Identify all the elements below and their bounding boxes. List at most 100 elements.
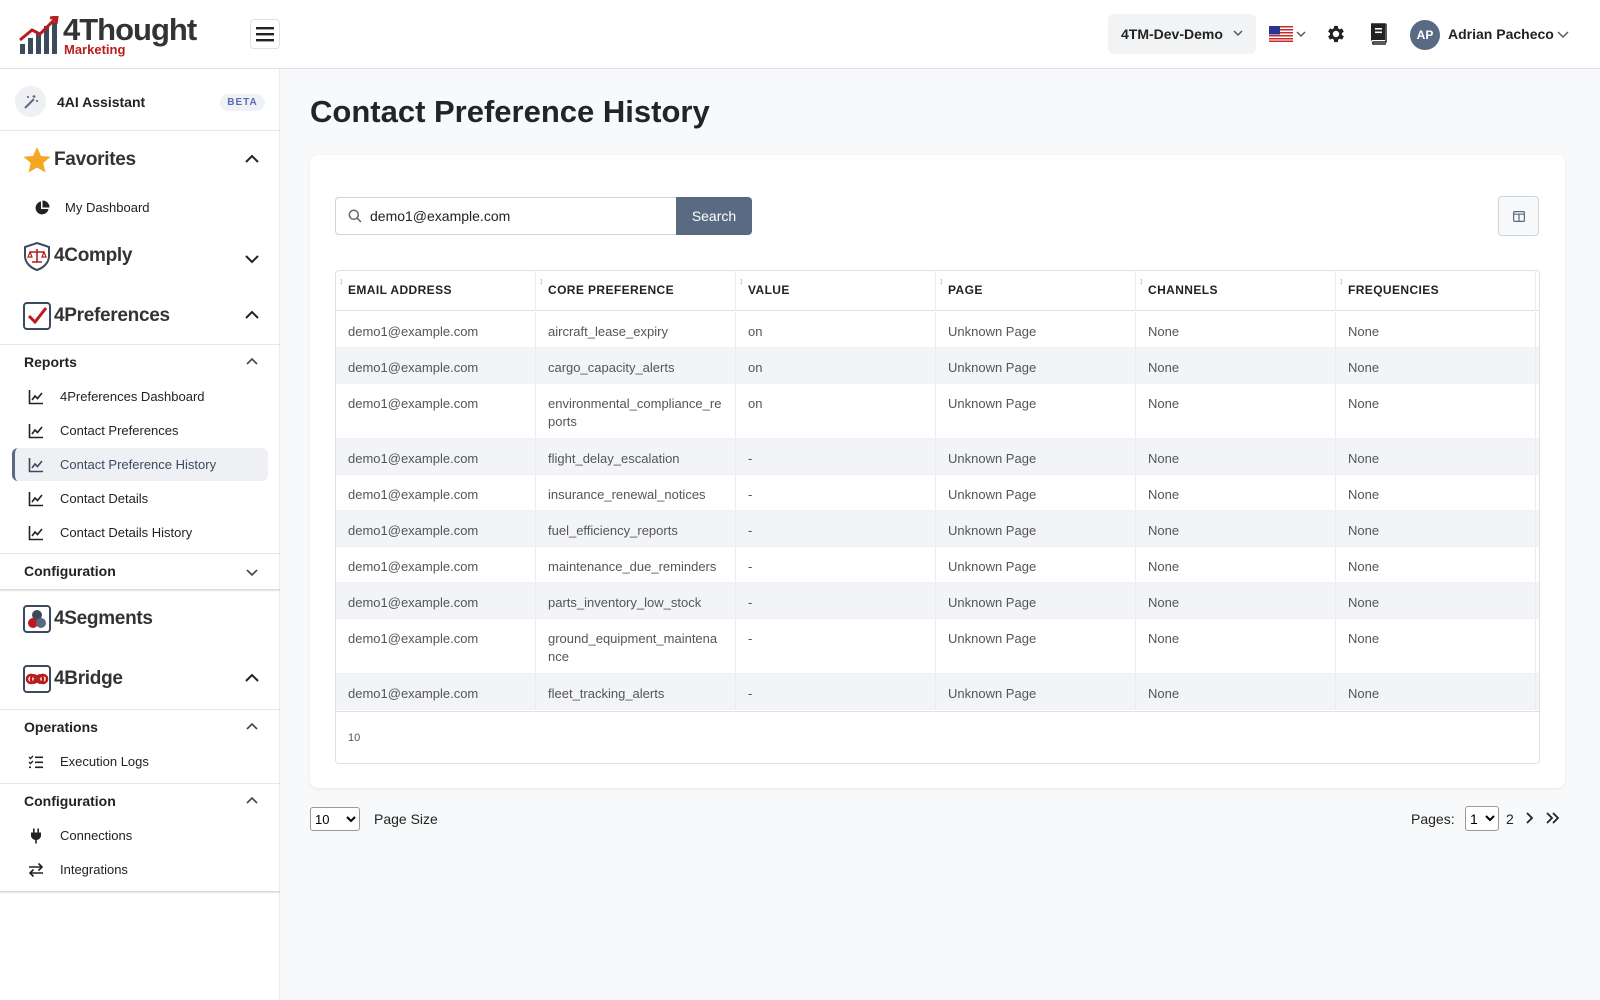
segments-section[interactable]: 4Segments	[0, 594, 280, 644]
search-input[interactable]	[370, 198, 670, 234]
preferences-label: 4Preferences	[54, 305, 170, 326]
sidebar: 4AI Assistant BETA Favorites My Dashboar…	[0, 69, 280, 1000]
favorites-section[interactable]: Favorites	[0, 135, 280, 185]
column-header-channels[interactable]: CHANNELS ↕	[1136, 271, 1336, 311]
pages-label: Pages:	[1411, 811, 1455, 827]
link-icon	[23, 665, 51, 693]
sidebar-item-connections[interactable]: Connections	[12, 819, 268, 852]
operations-group[interactable]: Operations	[0, 709, 280, 743]
column-header-page[interactable]: PAGE ↕	[936, 271, 1136, 311]
avatar[interactable]: AP	[1410, 20, 1440, 50]
sort-icon[interactable]: ↕	[1339, 276, 1344, 286]
magic-wand-icon	[15, 86, 46, 117]
cell-frequencies: None	[1336, 619, 1536, 673]
table-row: demo1@example.com insurance_renewal_notic…	[336, 475, 1539, 511]
sort-icon[interactable]: ↕	[939, 276, 944, 286]
cell-page: Unknown Page	[936, 348, 1136, 383]
cell-channels: None	[1136, 583, 1336, 618]
sidebar-item-contact-details-history[interactable]: Contact Details History	[12, 516, 268, 549]
user-name[interactable]: Adrian Pacheco	[1448, 26, 1554, 42]
results-card: Search EMAIL ADDRESS↕CORE PREFERENCE↕VAL…	[310, 155, 1565, 788]
sidebar-item-execution-logs[interactable]: Execution Logs	[12, 745, 268, 778]
sidebar-item-my-dashboard[interactable]: My Dashboard	[12, 191, 268, 224]
org-selector[interactable]: 4TM-Dev-Demo	[1108, 14, 1256, 54]
cell-page: Unknown Page	[936, 439, 1136, 474]
sidebar-item-contact-preferences[interactable]: Contact Preferences	[12, 414, 268, 447]
cell-text: parts_inventory_low_stock	[548, 595, 702, 610]
page-link-2[interactable]: 2	[1506, 811, 1514, 827]
cell-text: demo1@example.com	[348, 360, 479, 375]
cell-text: -	[748, 559, 753, 574]
cell-text: Unknown Page	[948, 595, 1037, 610]
sidebar-item-contact-details[interactable]: Contact Details	[12, 482, 268, 515]
history-table: EMAIL ADDRESS ↕ CORE PREFERENCE ↕ VALUE ↕ PAGE…	[335, 270, 1540, 764]
cell-text: None	[1148, 686, 1180, 701]
cell-text: None	[1348, 360, 1380, 375]
line-chart-icon	[28, 526, 43, 541]
table-row: demo1@example.com ground_equipment_mainte…	[336, 619, 1539, 674]
cell-text: -	[748, 631, 753, 646]
cell-channels: None	[1136, 511, 1336, 546]
comply-section[interactable]: 4Comply	[0, 231, 280, 281]
logo[interactable]: 4Thought Marketing	[18, 12, 208, 58]
page-size-label: Page Size	[374, 811, 438, 827]
gear-icon[interactable]	[1325, 23, 1347, 45]
current-page-select[interactable]: 1	[1465, 806, 1499, 831]
cell-core-preference: fleet_tracking_alerts	[536, 674, 736, 709]
cell-text: Unknown Page	[948, 324, 1037, 339]
sort-icon[interactable]: ↕	[339, 276, 344, 286]
cell-channels: None	[1136, 439, 1336, 474]
us-flag-icon[interactable]	[1269, 26, 1293, 42]
configuration-group-bridge[interactable]: Configuration	[0, 783, 280, 817]
page-size-select[interactable]: 10	[310, 807, 360, 831]
cell-text: insurance_renewal_notices	[548, 487, 706, 502]
preferences-section[interactable]: 4Preferences	[0, 291, 280, 341]
pie-chart-icon	[35, 200, 50, 215]
sidebar-item-label: 4Preferences Dashboard	[60, 389, 205, 404]
table-row: demo1@example.com maintenance_due_reminde…	[336, 547, 1539, 583]
search-button[interactable]: Search	[676, 197, 752, 235]
column-header-core-preference[interactable]: CORE PREFERENCE ↕	[536, 271, 736, 311]
user-chevron-icon[interactable]	[1557, 29, 1569, 39]
cell-core-preference: insurance_renewal_notices	[536, 475, 736, 510]
cell-text: None	[1148, 631, 1180, 646]
cell-channels: None	[1136, 312, 1336, 347]
column-toggle-button[interactable]	[1498, 196, 1539, 236]
favorites-label: Favorites	[54, 149, 136, 170]
comply-label: 4Comply	[54, 245, 133, 266]
language-chevron-icon[interactable]	[1296, 29, 1306, 39]
ai-assistant-item[interactable]: 4AI Assistant BETA	[0, 69, 280, 131]
column-header-frequencies[interactable]: FREQUENCIES ↕	[1336, 271, 1536, 311]
configuration-group[interactable]: Configuration	[0, 553, 280, 587]
sidebar-item-preferences-dashboard[interactable]: 4Preferences Dashboard	[12, 380, 268, 413]
configuration-label: Configuration	[24, 793, 116, 809]
chevron-right-icon[interactable]	[1525, 812, 1535, 824]
sidebar-item-label: Contact Preference History	[60, 457, 217, 472]
sidebar-item-label: Contact Details History	[60, 525, 193, 540]
double-chevron-right-icon[interactable]	[1546, 812, 1560, 824]
chevron-up-icon	[246, 796, 258, 804]
table-header: EMAIL ADDRESS ↕ CORE PREFERENCE ↕ VALUE ↕ PAGE…	[336, 271, 1539, 311]
sidebar-item-contact-preference-history[interactable]: Contact Preference History	[12, 448, 268, 481]
menu-toggle-button[interactable]	[250, 19, 280, 49]
cell-channels: None	[1136, 348, 1336, 383]
sort-icon[interactable]: ↕	[539, 276, 544, 286]
cell-text: flight_delay_escalation	[548, 451, 680, 466]
cell-email: demo1@example.com	[336, 547, 536, 582]
cell-frequencies: None	[1336, 384, 1536, 438]
shield-scale-icon	[24, 241, 50, 271]
bridge-section[interactable]: 4Bridge	[0, 654, 280, 704]
column-header-email[interactable]: EMAIL ADDRESS ↕	[336, 271, 536, 311]
book-icon[interactable]	[1368, 23, 1388, 45]
cell-text: demo1@example.com	[348, 324, 479, 339]
task-list-icon	[28, 755, 43, 769]
sidebar-item-label: Contact Preferences	[60, 423, 179, 438]
sort-icon[interactable]: ↕	[1139, 276, 1144, 286]
column-header-value[interactable]: VALUE ↕	[736, 271, 936, 311]
segments-icon	[23, 605, 51, 633]
cell-text: None	[1348, 686, 1380, 701]
sidebar-item-integrations[interactable]: Integrations	[12, 853, 268, 886]
table-row: demo1@example.com flight_delay_escalation…	[336, 439, 1539, 475]
sort-icon[interactable]: ↕	[739, 276, 744, 286]
reports-group[interactable]: Reports	[0, 344, 280, 378]
